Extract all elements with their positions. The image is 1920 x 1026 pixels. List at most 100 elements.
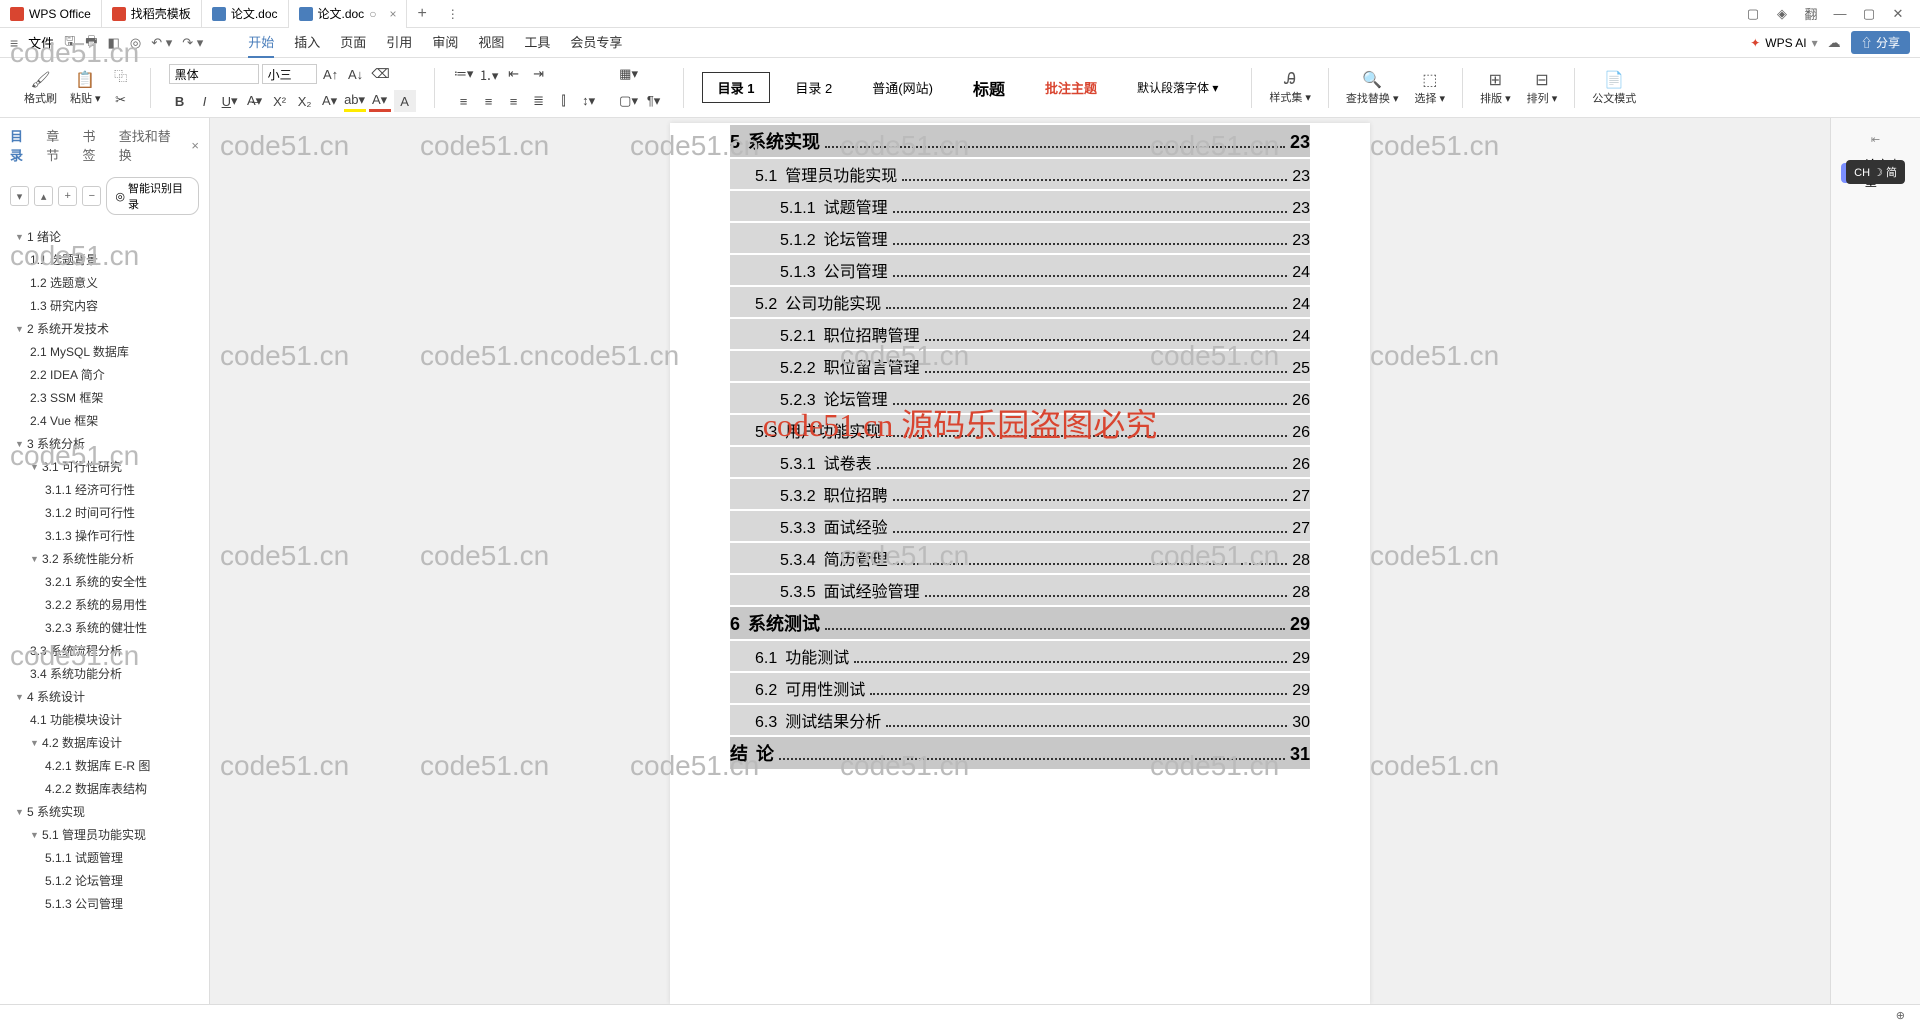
window-cube-icon[interactable]: ◈ <box>1775 7 1789 21</box>
border-icon[interactable]: ▢▾ <box>618 90 640 112</box>
number-list-icon[interactable]: ⒈▾ <box>478 63 500 85</box>
ribbon-tab-page[interactable]: 页面 <box>340 27 366 58</box>
close-button[interactable]: ✕ <box>1891 7 1905 21</box>
outline-item[interactable]: 3.2.1 系统的安全性 <box>0 570 209 593</box>
chevron-down-icon[interactable]: ▼ <box>15 439 25 449</box>
toc-entry[interactable]: 5.1.1试题管理23 <box>730 191 1310 221</box>
outline-item[interactable]: ▼5.1 管理员功能实现 <box>0 823 209 846</box>
new-tab-button[interactable]: + <box>407 5 436 23</box>
sidebar-tab-chapter[interactable]: 章节 <box>46 126 70 164</box>
toc-entry[interactable]: 5.1管理员功能实现23 <box>730 159 1310 189</box>
clear-format-icon[interactable]: ⌫ <box>370 63 392 85</box>
style-normal[interactable]: 普通(网站) <box>857 73 948 102</box>
close-icon[interactable]: × <box>389 7 396 21</box>
outline-item[interactable]: ▼3.2 系统性能分析 <box>0 547 209 570</box>
toc-entry[interactable]: 6系统测试29 <box>730 607 1310 639</box>
ribbon-tab-vip[interactable]: 会员专享 <box>570 27 622 58</box>
paste-button[interactable]: 📋粘贴 ▾ <box>66 68 105 108</box>
ribbon-tab-tools[interactable]: 工具 <box>524 27 550 58</box>
cloud-icon[interactable]: ☁ <box>1828 35 1841 51</box>
save-icon[interactable]: 🖫 <box>64 32 75 54</box>
subscript-button[interactable]: X₂ <box>294 90 316 112</box>
redo-icon[interactable]: ↷ ▾ <box>182 35 203 51</box>
grow-font-icon[interactable]: A↑ <box>320 63 342 85</box>
maximize-button[interactable]: ▢ <box>1862 7 1876 21</box>
zoom-icon[interactable]: ⊕ <box>1896 1009 1905 1022</box>
document-area[interactable]: 5系统实现235.1管理员功能实现235.1.1试题管理235.1.2论坛管理2… <box>210 118 1830 1004</box>
outline-item[interactable]: 1.2 选题意义 <box>0 271 209 294</box>
select-button[interactable]: ⬚选择 ▾ <box>1411 68 1450 108</box>
outline-item[interactable]: 3.1.2 时间可行性 <box>0 501 209 524</box>
outline-item[interactable]: 2.2 IDEA 简介 <box>0 363 209 386</box>
preview-icon[interactable]: ◎ <box>130 35 141 51</box>
toc-entry[interactable]: 5.2.2职位留言管理25 <box>730 351 1310 381</box>
outline-item[interactable]: ▼1 绪论 <box>0 225 209 248</box>
style-default-font[interactable]: 默认段落字体 ▾ <box>1122 74 1233 101</box>
toc-entry[interactable]: 6.3测试结果分析30 <box>730 705 1310 735</box>
toc-entry[interactable]: 5.1.2论坛管理23 <box>730 223 1310 253</box>
outline-item[interactable]: 1.3 研究内容 <box>0 294 209 317</box>
ribbon-tab-view[interactable]: 视图 <box>478 27 504 58</box>
outline-item[interactable]: ▼2 系统开发技术 <box>0 317 209 340</box>
chevron-down-icon[interactable]: ▼ <box>30 462 40 472</box>
find-replace-button[interactable]: 🔍查找替换 ▾ <box>1342 68 1403 108</box>
style-comment[interactable]: 批注主题 <box>1030 73 1112 102</box>
indent-icon[interactable]: ⇥ <box>528 63 550 85</box>
underline-button[interactable]: U▾ <box>219 90 241 112</box>
show-marks-icon[interactable]: ¶▾ <box>643 90 665 112</box>
line-spacing-icon[interactable]: ↕▾ <box>578 90 600 112</box>
shrink-font-icon[interactable]: A↓ <box>345 63 367 85</box>
tab-wps-home[interactable]: WPS Office <box>0 0 102 28</box>
outline-item[interactable]: ▼4 系统设计 <box>0 685 209 708</box>
outline-item[interactable]: 5.1.3 公司管理 <box>0 892 209 915</box>
outline-item[interactable]: 1.1 选题背景 <box>0 248 209 271</box>
toc-entry[interactable]: 5.2公司功能实现24 <box>730 287 1310 317</box>
outline-item[interactable]: ▼4.2 数据库设计 <box>0 731 209 754</box>
copy-icon[interactable]: ⿻ <box>110 64 132 86</box>
layout-h-button[interactable]: ⊟排列 ▾ <box>1523 68 1562 108</box>
toc-entry[interactable]: 5.3用户功能实现26 <box>730 415 1310 445</box>
toc-entry[interactable]: 5系统实现23 <box>730 125 1310 157</box>
chevron-down-icon[interactable]: ▼ <box>30 738 40 748</box>
minimize-button[interactable]: — <box>1833 7 1847 21</box>
text-effect-button[interactable]: A▾ <box>319 90 341 112</box>
add-icon[interactable]: + <box>58 186 77 206</box>
outline-item[interactable]: 3.2.2 系统的易用性 <box>0 593 209 616</box>
toc-entry[interactable]: 5.3.3面试经验27 <box>730 511 1310 541</box>
chevron-down-icon[interactable]: ▼ <box>15 807 25 817</box>
layout-v-button[interactable]: ⊞排版 ▾ <box>1476 68 1515 108</box>
align-justify-icon[interactable]: ≣ <box>528 90 550 112</box>
toc-entry[interactable]: 5.3.1试卷表26 <box>730 447 1310 477</box>
outline-item[interactable]: 3.2.3 系统的健壮性 <box>0 616 209 639</box>
outline-item[interactable]: ▼5 系统实现 <box>0 800 209 823</box>
italic-button[interactable]: I <box>194 90 216 112</box>
outline-item[interactable]: 2.3 SSM 框架 <box>0 386 209 409</box>
ribbon-tab-insert[interactable]: 插入 <box>294 27 320 58</box>
toc-entry[interactable]: 6.2可用性测试29 <box>730 673 1310 703</box>
tab-doc1[interactable]: 论文.doc <box>202 0 289 28</box>
outline-item[interactable]: 5.1.2 论坛管理 <box>0 869 209 892</box>
wps-ai-button[interactable]: ✦WPS AI▾ <box>1750 36 1817 50</box>
style-toc1[interactable]: 目录 1 <box>702 72 771 103</box>
align-right-icon[interactable]: ≡ <box>503 90 525 112</box>
sidebar-tab-bookmark[interactable]: 书签 <box>83 126 107 164</box>
collapse-icon[interactable]: ▾ <box>10 186 29 206</box>
chevron-down-icon[interactable]: ▼ <box>30 554 40 564</box>
print-icon[interactable]: 🖶 <box>85 32 97 54</box>
outline-item[interactable]: 3.1.3 操作可行性 <box>0 524 209 547</box>
outline-item[interactable]: 4.2.1 数据库 E-R 图 <box>0 754 209 777</box>
distribute-icon[interactable]: ⫿ <box>553 90 575 112</box>
toc-entry[interactable]: 5.2.3论坛管理26 <box>730 383 1310 413</box>
tab-menu-button[interactable]: ⋮ <box>437 7 469 21</box>
gov-mode-button[interactable]: 📄公文模式 <box>1588 68 1640 108</box>
highlight-button[interactable]: ab▾ <box>344 90 366 112</box>
chevron-down-icon[interactable]: ▼ <box>15 692 25 702</box>
move-up-icon[interactable]: ▴ <box>34 186 53 206</box>
outline-item[interactable]: 3.3 系统流程分析 <box>0 639 209 662</box>
toc-entry[interactable]: 5.2.1职位招聘管理24 <box>730 319 1310 349</box>
undo-icon[interactable]: ↶ ▾ <box>151 35 172 51</box>
outline-item[interactable]: 4.1 功能模块设计 <box>0 708 209 731</box>
outline-item[interactable]: 3.1.1 经济可行性 <box>0 478 209 501</box>
format-painter-button[interactable]: 🖌格式刷 <box>20 68 61 108</box>
tab-doc2-active[interactable]: 论文.doc○× <box>289 0 408 28</box>
